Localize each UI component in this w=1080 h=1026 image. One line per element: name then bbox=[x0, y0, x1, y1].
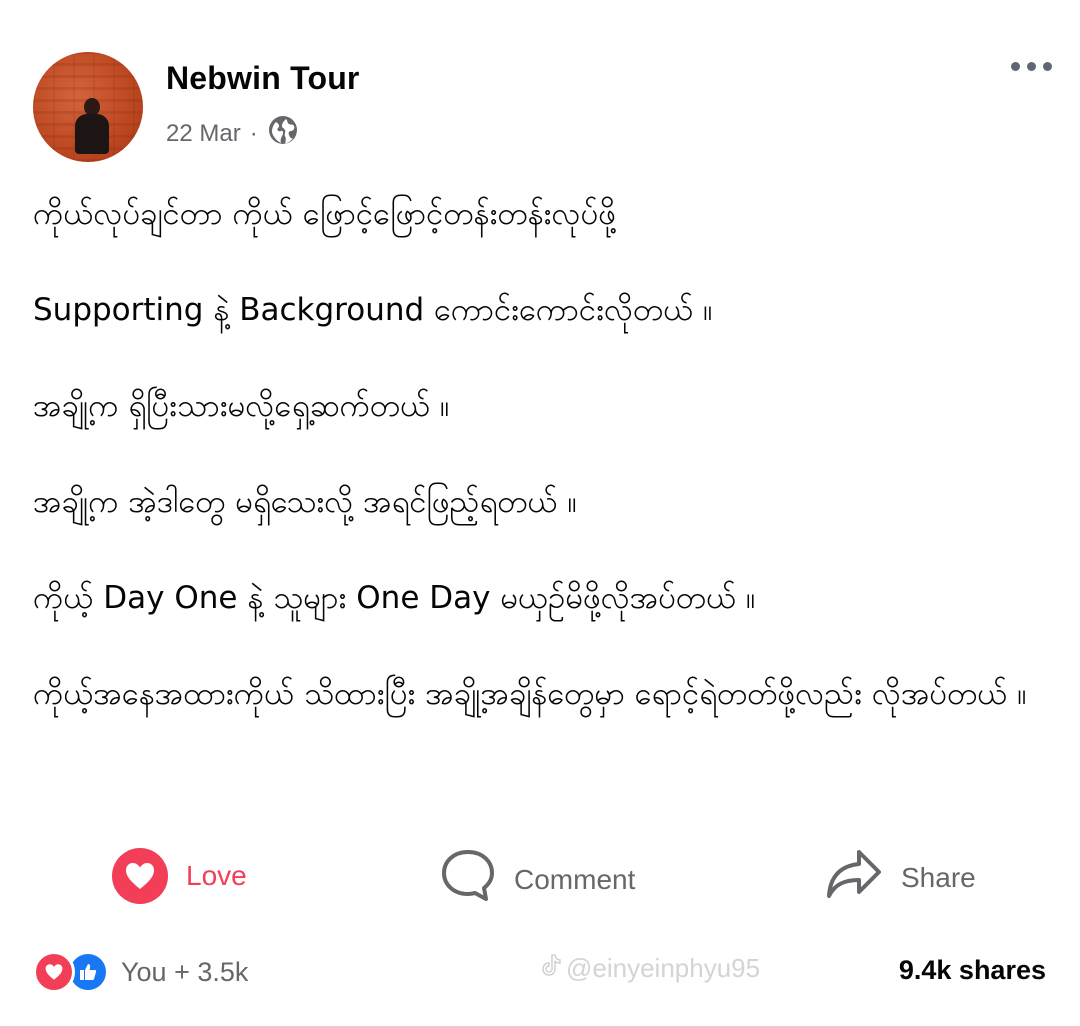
reaction-summary[interactable]: You + 3.5k bbox=[33, 951, 248, 993]
share-icon bbox=[825, 848, 883, 907]
post-paragraph: Supporting နဲ့ Background ကောင်းကောင်းလိ… bbox=[33, 292, 713, 328]
post-date[interactable]: 22 Mar bbox=[166, 120, 241, 148]
avatar-person-body bbox=[75, 114, 109, 154]
heart-reaction-icon bbox=[33, 951, 75, 993]
share-label: Share bbox=[901, 861, 976, 893]
more-horizontal-icon[interactable] bbox=[1011, 62, 1052, 71]
post-paragraph: အချို့က အဲ့ဒါတွေ မရှိသေးလို့ အရင်ဖြည့်ရတ… bbox=[33, 484, 577, 520]
reactions-count: You + 3.5k bbox=[121, 956, 249, 987]
post-paragraph: ကိုယ့်အနေအထားကိုယ် သိထားပြီး အချို့အချိန… bbox=[33, 676, 1027, 712]
comment-button[interactable]: Comment bbox=[440, 848, 635, 911]
watermark: @einyeinphyu95 bbox=[540, 953, 760, 984]
share-button[interactable]: Share bbox=[825, 848, 976, 907]
love-label: Love bbox=[186, 860, 247, 891]
more-dot bbox=[1027, 62, 1036, 71]
more-dot bbox=[1011, 62, 1020, 71]
love-button[interactable]: Love bbox=[112, 848, 247, 904]
author-name[interactable]: Nebwin Tour bbox=[166, 60, 360, 97]
post-paragraph: ကိုယ့် Day One နဲ့ သူများ One Day မယှဉ်မ… bbox=[33, 580, 756, 616]
heart-icon bbox=[112, 848, 168, 904]
post-paragraph: ကိုယ်လုပ်ချင်တာ ကိုယ် ဖြောင့်ဖြောင့်တန်း… bbox=[33, 196, 617, 232]
globe-icon bbox=[267, 114, 299, 153]
action-bar: Love Comment Share bbox=[0, 840, 1080, 910]
avatar[interactable] bbox=[33, 52, 143, 162]
comment-label: Comment bbox=[514, 863, 636, 895]
more-dot bbox=[1043, 62, 1052, 71]
post-footer: You + 3.5k @einyeinphyu95 9.4k shares bbox=[0, 945, 1080, 1005]
post-body: ကိုယ်လုပ်ချင်တာ ကိုယ် ဖြောင့်ဖြောင့်တန်း… bbox=[33, 190, 1053, 718]
meta-separator: · bbox=[249, 119, 258, 147]
comment-icon bbox=[440, 848, 496, 911]
watermark-text: @einyeinphyu95 bbox=[566, 953, 761, 983]
tiktok-icon bbox=[540, 953, 562, 984]
post-paragraph: အချို့က ရှိပြီးသားမလို့ရှေ့ဆက်တယ် ။ bbox=[33, 388, 450, 424]
shares-count[interactable]: 9.4k shares bbox=[899, 955, 1046, 986]
post-meta: 22 Mar · bbox=[166, 114, 299, 153]
